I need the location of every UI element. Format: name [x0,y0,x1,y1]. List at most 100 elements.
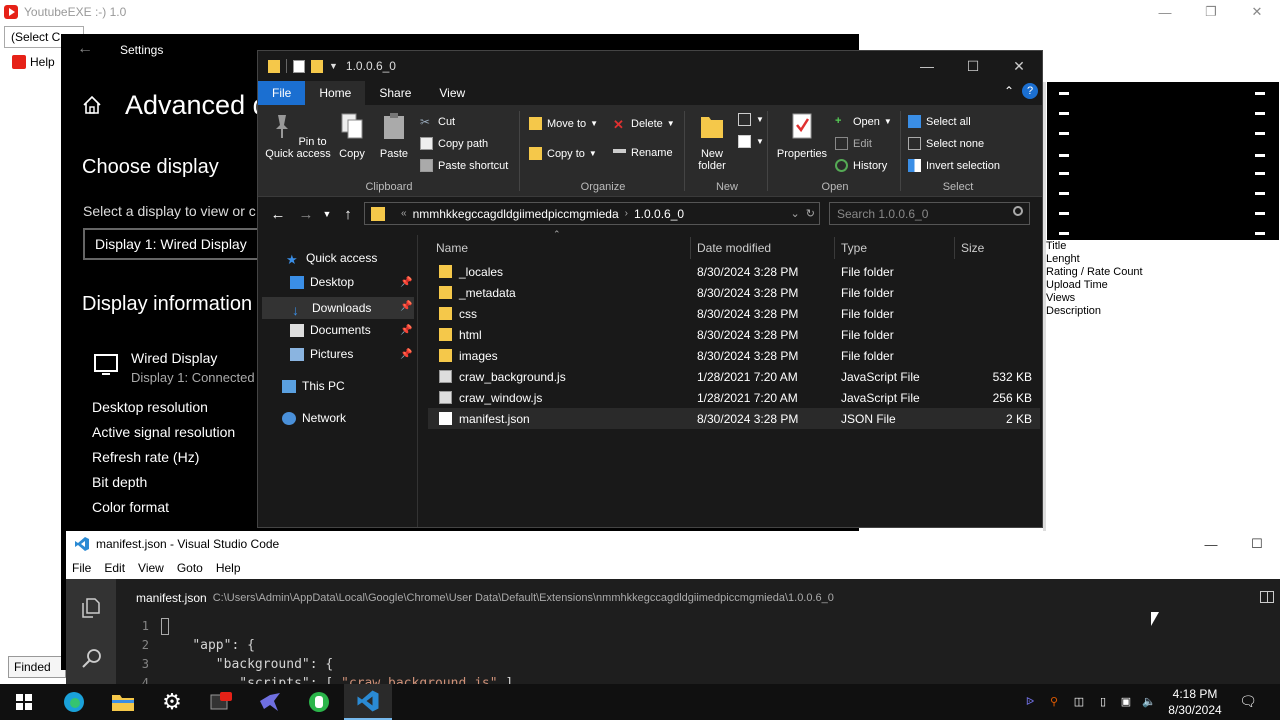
close-icon[interactable]: ✕ [1234,0,1280,24]
chevron-down-icon[interactable]: ⌄ [790,208,799,220]
file-row[interactable]: images 8/30/2024 3:28 PM File folder [428,345,1040,366]
tab-view[interactable]: View [425,81,479,105]
new-folder-quick-icon[interactable] [311,59,323,73]
tray-bluetooth-icon[interactable]: ᐉ [1022,693,1038,709]
chevron-right-icon[interactable]: › [625,208,628,219]
paste-shortcut-button[interactable]: Paste shortcut [420,159,508,172]
tray-battery-icon[interactable]: ▯ [1095,693,1111,709]
customize-toolbar-icon[interactable]: ▼ [329,61,338,71]
copy-button[interactable]: Copy [334,111,370,160]
nav-downloads[interactable]: ↓ Downloads [262,297,414,319]
results-list[interactable] [1047,82,1279,240]
list-item[interactable] [1059,172,1069,175]
list-item[interactable] [1059,192,1069,195]
menu-goto[interactable]: Goto [177,561,203,575]
start-button[interactable] [0,684,48,720]
menu-view[interactable]: View [138,561,164,575]
finded-button[interactable]: Finded [8,656,66,678]
home-icon[interactable] [81,94,103,116]
close-icon[interactable]: ✕ [996,51,1042,81]
rename-button[interactable]: Rename [613,147,673,159]
tab-file[interactable]: File [258,81,306,105]
tray-search-tool-icon[interactable]: ⚲ [1046,693,1062,709]
list-item[interactable] [1255,112,1265,115]
maximize-icon[interactable]: ☐ [950,51,996,81]
search-icon[interactable] [81,647,103,669]
list-item[interactable] [1059,132,1069,135]
history-button[interactable]: History [835,159,887,172]
up-icon[interactable]: ↑ [334,206,362,223]
search-input[interactable]: Search 1.0.0.6_0 [829,202,1030,225]
nav-desktop[interactable]: Desktop [290,275,354,289]
collapse-ribbon-icon[interactable]: ⌃ [1004,84,1014,98]
file-row[interactable]: html 8/30/2024 3:28 PM File folder [428,324,1040,345]
menu-file[interactable]: File [72,561,91,575]
copy-path-button[interactable]: Copy path [420,137,488,150]
minimize-icon[interactable]: — [1142,0,1188,24]
back-arrow-icon[interactable]: ← [77,40,93,58]
restore-icon[interactable]: ❐ [1188,0,1234,24]
taskbar-file-explorer[interactable] [99,684,147,720]
delete-button[interactable]: ✕ Delete ▼ [613,117,675,132]
file-row[interactable]: _locales 8/30/2024 3:28 PM File folder [428,261,1040,282]
list-item[interactable] [1255,92,1265,95]
column-name[interactable]: Name [436,241,468,255]
taskbar-settings[interactable]: ⚙ [148,684,196,720]
forward-icon[interactable]: → [292,206,320,223]
nav-pictures[interactable]: Pictures [290,347,353,361]
split-editor-icon[interactable] [1260,591,1274,603]
minimize-icon[interactable]: — [904,51,950,81]
cut-button[interactable]: ✂ Cut [420,115,455,129]
refresh-icon[interactable]: ↻ [806,208,815,220]
tray-network-icon[interactable]: ▣ [1118,693,1134,709]
list-item[interactable] [1059,232,1069,235]
list-item[interactable] [1059,212,1069,215]
move-to-button[interactable]: Move to ▼ [529,117,598,130]
column-size[interactable]: Size [961,241,984,255]
open-button[interactable]: + Open ▼ [835,115,892,128]
address-bar[interactable]: « nmmhkkegccagdldgiimedpiccmgmieda › 1.0… [364,202,820,225]
column-date[interactable]: Date modified [697,241,771,255]
invert-selection-button[interactable]: Invert selection [908,159,1000,172]
column-divider[interactable] [690,237,691,259]
menu-edit[interactable]: Edit [104,561,125,575]
list-item[interactable] [1255,172,1265,175]
list-item[interactable] [1255,212,1265,215]
breadcrumb-version[interactable]: 1.0.0.6_0 [634,207,684,221]
file-row[interactable]: _metadata 8/30/2024 3:28 PM File folder [428,282,1040,303]
maximize-icon[interactable]: ☐ [1234,531,1280,557]
taskbar-youtubeexe[interactable] [197,684,245,720]
list-item[interactable] [1059,154,1069,157]
system-clock[interactable]: 4:18 PM 8/30/2024 [1166,686,1224,718]
pin-quick-access-button[interactable]: Pin to Quick access [264,111,332,160]
breadcrumb-extension[interactable]: nmmhkkegccagdldgiimedpiccmgmieda [413,207,619,221]
new-item-button[interactable]: ▼ [738,113,764,126]
new-folder-button[interactable]: New folder [690,111,734,172]
list-item[interactable] [1059,112,1069,115]
nav-quick-access[interactable]: ★ Quick access [286,251,377,267]
select-all-button[interactable]: Select all [908,115,971,128]
tray-security-icon[interactable]: ◫ [1071,693,1087,709]
easy-access-button[interactable]: ▼ [738,135,764,148]
taskbar-vscode[interactable] [344,684,392,720]
minimize-icon[interactable]: — [1188,531,1234,557]
properties-button[interactable]: Properties [775,111,829,160]
nav-documents[interactable]: Documents [290,323,371,337]
copy-to-button[interactable]: Copy to ▼ [529,147,597,160]
column-divider[interactable] [954,237,955,259]
help-icon[interactable]: ? [1022,83,1038,99]
list-item[interactable] [1059,92,1069,95]
properties-quick-icon[interactable] [293,59,305,73]
explorer-files-icon[interactable] [81,597,101,619]
taskbar-app-bird[interactable] [246,684,294,720]
list-item[interactable] [1255,154,1265,157]
code-editor[interactable]: 1 2 "app": { 3 "background": { 4 "script… [116,617,1280,684]
paste-button[interactable]: Paste [376,111,412,160]
column-divider[interactable] [834,237,835,259]
recent-locations-icon[interactable]: ▼ [320,209,334,219]
column-type[interactable]: Type [841,241,867,255]
tab-share[interactable]: Share [365,81,425,105]
file-row[interactable]: craw_background.js 1/28/2021 7:20 AM JavaS… [428,366,1040,387]
list-item[interactable] [1255,232,1265,235]
tab-home[interactable]: Home [305,81,366,105]
